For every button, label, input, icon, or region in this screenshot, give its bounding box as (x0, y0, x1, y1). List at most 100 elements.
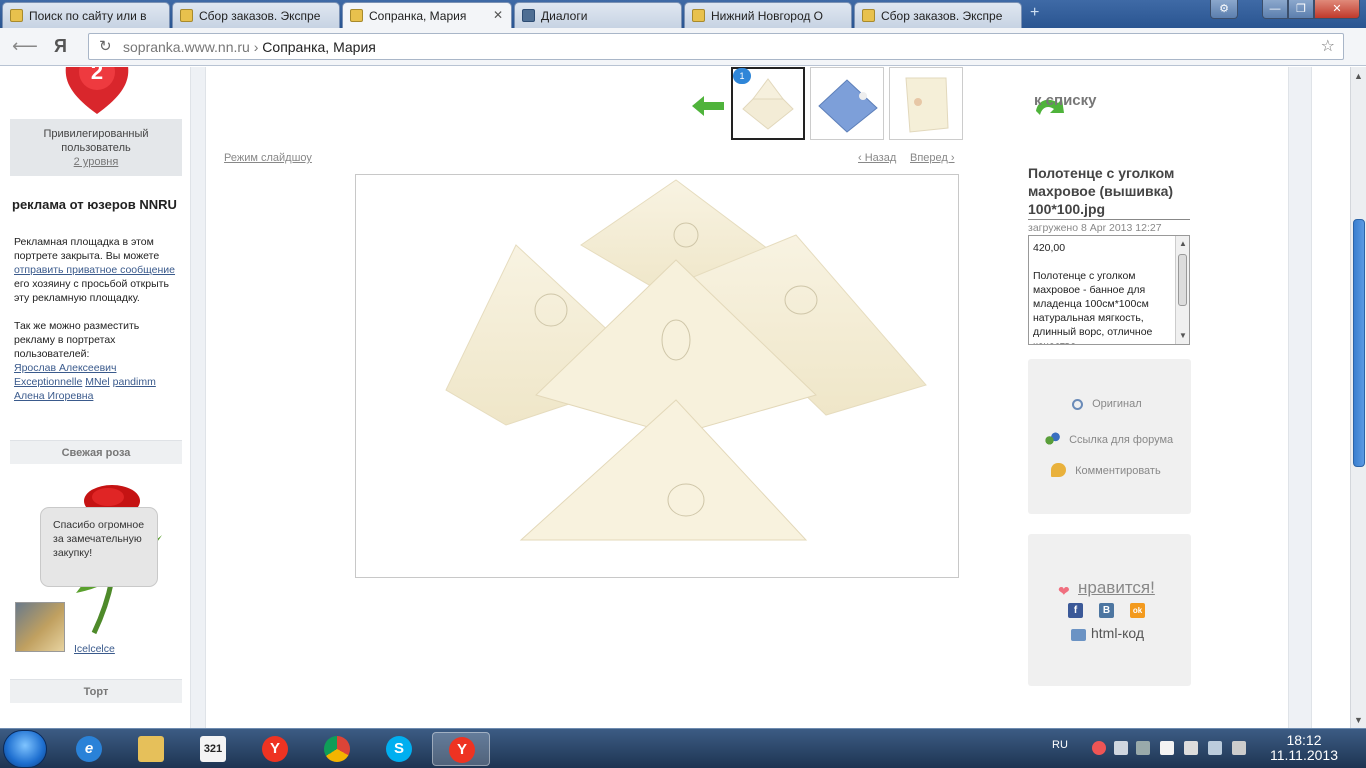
tray-language[interactable]: RU (1052, 739, 1068, 751)
next-photo-link[interactable]: Вперед › (910, 152, 955, 164)
tray-flag-icon[interactable] (1160, 741, 1174, 755)
ad-user-link[interactable]: Exceptionnelle (14, 376, 82, 388)
ad-user-link[interactable]: MNel (85, 376, 110, 388)
tab-label: Нижний Новгород О (711, 9, 824, 23)
start-button[interactable] (3, 730, 47, 768)
privilege-level-link[interactable]: 2 уровня (74, 156, 119, 168)
tab-label: Сбор заказов. Экспре (881, 9, 1003, 23)
clock-time: 18:12 (1286, 732, 1322, 748)
tab-search[interactable]: Поиск по сайту или в (2, 2, 170, 28)
minimize-button[interactable]: — (1262, 0, 1288, 19)
clock-date: 11.11.2013 (1270, 747, 1338, 763)
forum-link[interactable]: Ссылка для форума (1045, 432, 1173, 446)
taskbar-explorer[interactable] (126, 732, 176, 766)
blue-towel-thumb-image (818, 79, 878, 133)
ad-text-1: Рекламная площадка в этом портрете закры… (14, 236, 160, 262)
tab-orders-1[interactable]: Сбор заказов. Экспре (172, 2, 340, 28)
thumbnail-2[interactable] (810, 67, 884, 140)
rose-user-link[interactable]: Icelcelce (74, 643, 115, 655)
left-divider (190, 67, 206, 728)
vkontakte-icon[interactable]: В (1099, 603, 1114, 618)
back-to-list-link[interactable]: к списку (1034, 92, 1097, 109)
send-private-message-link[interactable]: отправить приватное сообщение (14, 264, 175, 276)
cake-header: Торт (10, 679, 182, 703)
slideshow-mode-link[interactable]: Режим слайдшоу (224, 152, 312, 164)
description-scrollbar[interactable]: ▲ ▼ (1175, 236, 1189, 344)
html-code-icon (1071, 629, 1086, 641)
back-arrow-icon[interactable]: ⟵ (12, 36, 38, 57)
tray-app-icon[interactable] (1092, 741, 1106, 755)
tab-label: Диалоги (541, 9, 588, 23)
tray-display-icon[interactable] (1114, 741, 1128, 755)
user-avatar[interactable] (15, 602, 65, 652)
tab-dialogs[interactable]: Диалоги (514, 2, 682, 28)
media-player-icon: 321 (200, 736, 226, 762)
cream-towel-thumb-image (905, 77, 949, 133)
close-window-button[interactable]: ✕ (1314, 0, 1360, 19)
tab-nizhny[interactable]: Нижний Новгород О (684, 2, 852, 28)
right-divider (1288, 67, 1312, 728)
taskbar-yandex-active[interactable]: Y (432, 732, 490, 766)
link-chain-icon (1045, 432, 1060, 446)
main-photo[interactable] (355, 174, 959, 578)
scroll-up-icon[interactable]: ▲ (1354, 71, 1363, 81)
ad-user-link[interactable]: Алена Игоревна (14, 390, 93, 402)
odnoklassniki-icon[interactable]: ok (1130, 603, 1145, 618)
photo-title: Полотенце с уголком махровое (вышивка) 1… (1028, 165, 1175, 217)
ad-user-link[interactable]: Ярослав Алексеевич (14, 362, 117, 374)
taskbar-ie[interactable]: e (64, 732, 114, 766)
url-input[interactable]: ↻ sopranka.www.nn.ru › Сопранка, Мария ☆ (88, 33, 1344, 60)
url-separator: › (253, 39, 259, 55)
original-label: Оригинал (1092, 398, 1142, 410)
page-favicon-icon (350, 9, 363, 22)
page-favicon-icon (692, 9, 705, 22)
magnifier-icon (1072, 399, 1083, 410)
photo-description-box[interactable]: 420,00 Полотенце с уголком махровое - ба… (1028, 235, 1190, 345)
html-code-link[interactable]: html-код (1091, 625, 1144, 641)
reload-icon[interactable]: ↻ (99, 37, 112, 55)
taskbar-player[interactable]: 321 (188, 732, 238, 766)
taskbar-yandex[interactable]: Y (250, 732, 300, 766)
yandex-logo-icon[interactable]: Я (54, 36, 67, 57)
comment-bubble-icon (1051, 463, 1066, 477)
scroll-down-icon[interactable]: ▼ (1179, 329, 1187, 343)
like-box: ❤ нравится! f В ok html-код (1028, 534, 1191, 686)
facebook-icon[interactable]: f (1068, 603, 1083, 618)
photo-actions-box: Оригинал Ссылка для форума Комментироват… (1028, 359, 1191, 514)
original-link[interactable]: Оригинал (1072, 398, 1142, 410)
comment-link[interactable]: Комментировать (1051, 463, 1161, 477)
tab-sopranka[interactable]: Сопранка, Мария ✕ (342, 2, 512, 29)
tab-label: Сбор заказов. Экспре (199, 9, 321, 23)
taskbar-clock[interactable]: 18:12 11.11.2013 (1258, 733, 1350, 763)
windows-taskbar: e 321 Y S Y RU 18:12 11.11.2013 (0, 728, 1366, 768)
ad-user-link[interactable]: pandimm (113, 376, 156, 388)
description-scroll-thumb[interactable] (1178, 254, 1187, 306)
tray-network-icon[interactable] (1136, 741, 1150, 755)
taskbar-skype[interactable]: S (374, 732, 424, 766)
prev-arrow-icon[interactable] (690, 94, 726, 118)
taskbar-chrome[interactable] (312, 732, 362, 766)
tab-close-icon[interactable]: ✕ (493, 8, 503, 22)
yandex-browser-icon: Y (262, 736, 288, 762)
address-bar-area: ⟵ Я ↻ sopranka.www.nn.ru › Сопранка, Мар… (0, 28, 1366, 66)
maximize-button[interactable]: ❐ (1288, 0, 1314, 19)
tab-orders-2[interactable]: Сбор заказов. Экспре (854, 2, 1022, 28)
thumbnail-3[interactable] (889, 67, 963, 140)
skype-icon: S (386, 736, 412, 762)
tray-wifi-icon[interactable] (1208, 741, 1222, 755)
page-scroll-thumb[interactable] (1353, 219, 1365, 467)
page-content: 2 Привилегированный пользователь 2 уровн… (0, 67, 1350, 728)
page-scrollbar[interactable]: ▲ ▼ (1350, 67, 1366, 728)
like-link[interactable]: нравится! (1078, 578, 1155, 598)
scroll-down-icon[interactable]: ▼ (1354, 715, 1363, 725)
tray-usb-icon[interactable] (1184, 741, 1198, 755)
prev-photo-link[interactable]: ‹ Назад (858, 152, 896, 164)
bookmark-star-icon[interactable]: ☆ (1321, 36, 1335, 56)
settings-icon[interactable]: ⚙ (1210, 0, 1238, 19)
scroll-up-icon[interactable]: ▲ (1179, 237, 1187, 251)
new-tab-button[interactable]: + (1030, 4, 1039, 22)
ad-text-block: Рекламная площадка в этом портрете закры… (14, 235, 182, 403)
tray-volume-icon[interactable] (1232, 741, 1246, 755)
tab-label: Сопранка, Мария (369, 9, 467, 23)
rose-comment-bubble: Спасибо огромное за замечательную закупк… (40, 507, 158, 587)
